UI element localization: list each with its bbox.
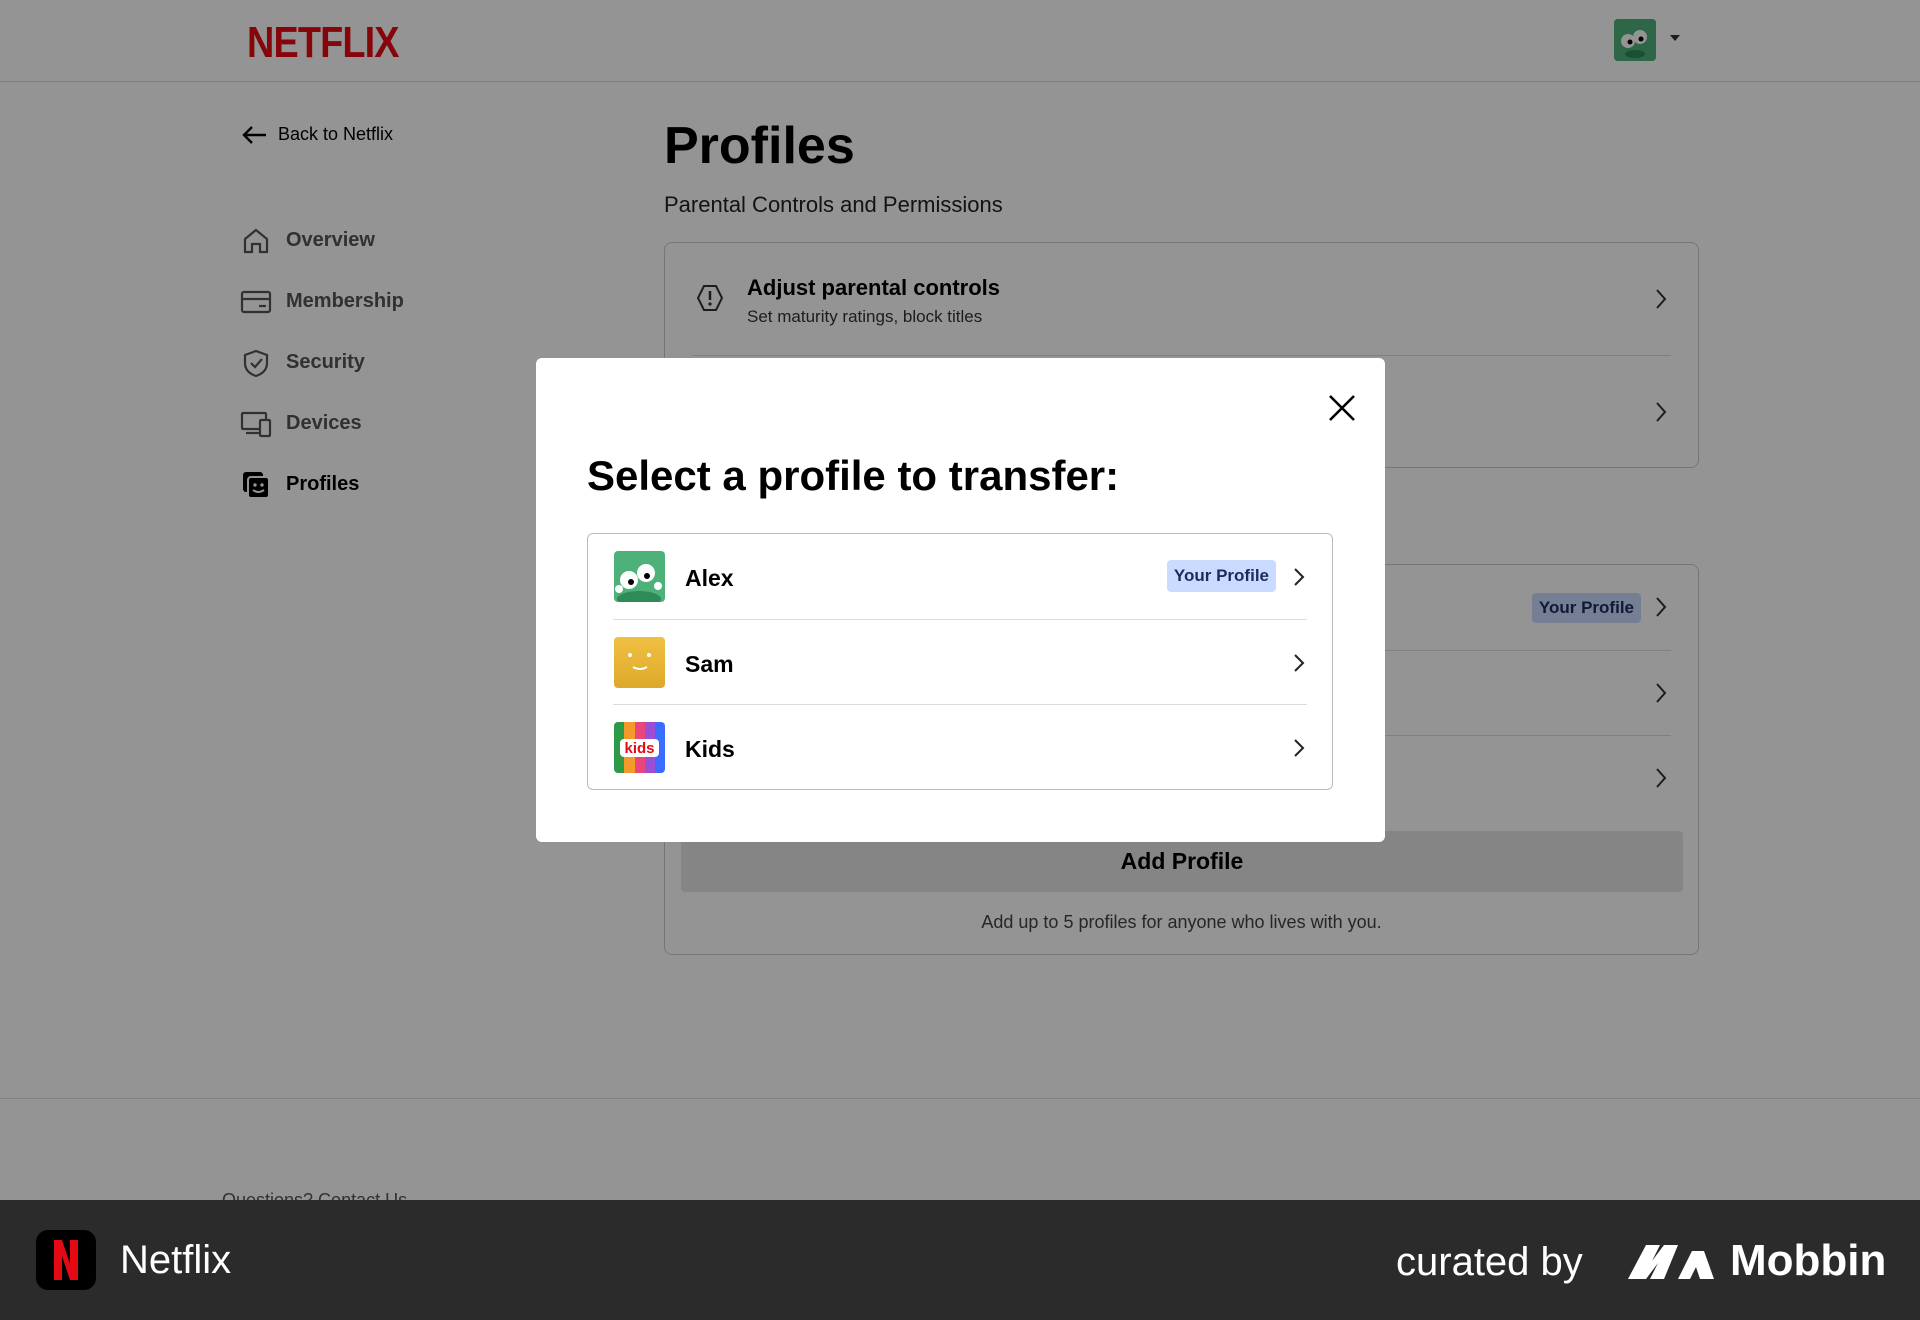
mobbin-wordmark: Mobbin <box>1730 1236 1887 1285</box>
avatar <box>614 551 665 602</box>
your-profile-badge: Your Profile <box>1166 560 1276 592</box>
app-name: Netflix <box>120 1238 232 1282</box>
chevron-right-icon <box>1292 737 1306 764</box>
profile-option-kids[interactable]: kids Kids <box>588 705 1332 790</box>
chevron-right-icon <box>1292 652 1306 679</box>
profile-name: Alex <box>685 565 734 591</box>
close-button[interactable] <box>1322 388 1362 428</box>
avatar: kids <box>614 722 665 773</box>
chevron-right-icon <box>1292 566 1306 593</box>
profile-name: Kids <box>685 736 735 762</box>
dialog-title: Select a profile to transfer: <box>587 452 1120 499</box>
profile-option-sam[interactable]: Sam <box>588 620 1332 705</box>
mobbin-logo: Mobbin <box>1626 1236 1886 1286</box>
netflix-app-icon <box>36 1230 96 1290</box>
profile-list: Alex Your Profile Sam kids Kids <box>587 533 1333 790</box>
avatar <box>614 637 665 688</box>
profile-name: Sam <box>685 651 734 677</box>
mobbin-mark-icon <box>1628 1245 1714 1279</box>
transfer-profile-dialog: Select a profile to transfer: Alex Your … <box>536 358 1385 842</box>
close-icon <box>1329 395 1355 421</box>
kids-avatar-label: kids <box>624 740 654 757</box>
profile-option-alex[interactable]: Alex Your Profile <box>588 534 1332 619</box>
attribution-bar: Netflix curated by Mobbin <box>0 1200 1920 1320</box>
curated-by-label: curated by <box>1396 1240 1583 1284</box>
